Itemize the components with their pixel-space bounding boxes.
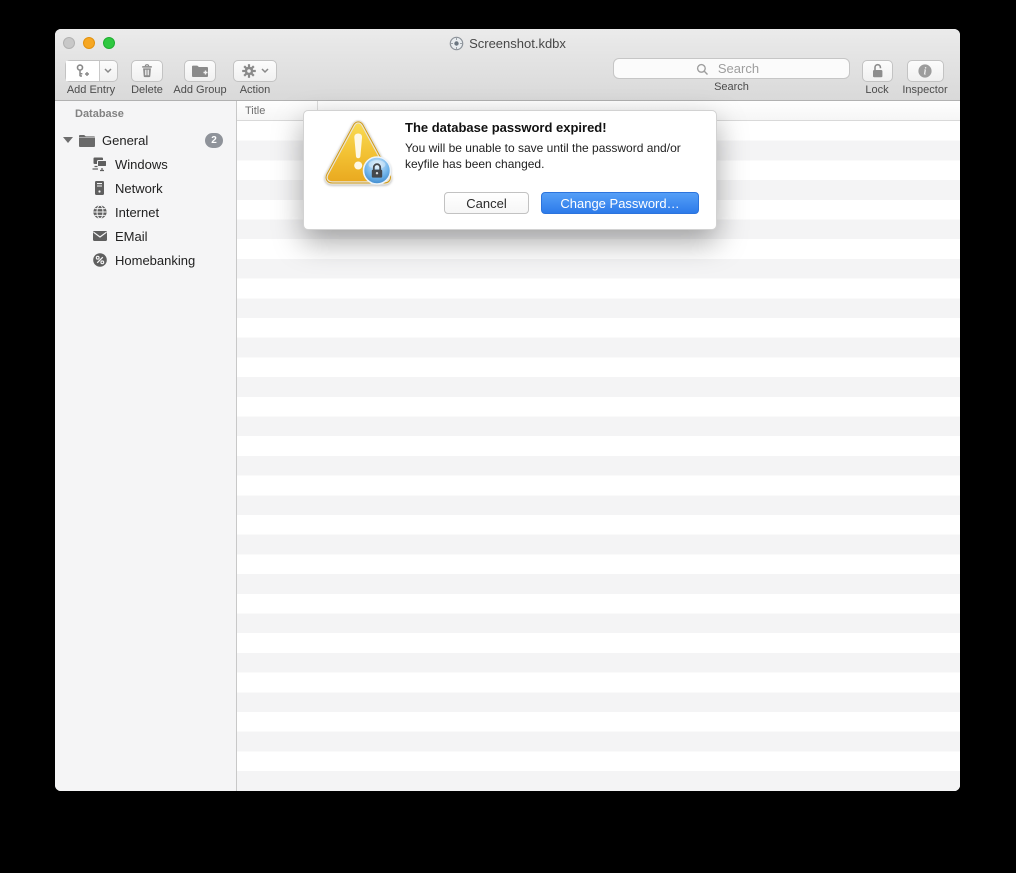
search-field[interactable] [613, 58, 850, 79]
window-title: Screenshot.kdbx [55, 34, 960, 52]
action-button[interactable] [233, 60, 277, 82]
lock-button[interactable] [861, 60, 893, 82]
action-label: Action [239, 84, 271, 96]
add-entry-button[interactable] [64, 60, 118, 82]
sidebar-item-general[interactable]: General 2 [55, 128, 236, 152]
sidebar-item-label: General [102, 132, 149, 148]
cancel-button[interactable]: Cancel [444, 192, 529, 214]
magnifier-icon [696, 63, 708, 75]
search-label: Search [714, 81, 749, 93]
sidebar-item-label: Network [115, 180, 163, 196]
sidebar-item-homebanking[interactable]: Homebanking [55, 248, 236, 272]
trash-icon [142, 64, 152, 78]
svg-text:i: i [924, 67, 927, 78]
column-header-title[interactable]: Title [237, 105, 265, 117]
warning-triangle-lock-icon [324, 120, 393, 185]
sidebar-item-label: Homebanking [115, 252, 196, 268]
delete-button[interactable] [131, 60, 163, 82]
key-plus-icon[interactable] [65, 61, 99, 81]
sidebar: Database General 2 Windows Network Inter… [55, 101, 237, 791]
disclosure-triangle-icon[interactable] [63, 137, 73, 143]
envelope-icon [91, 228, 108, 245]
chevron-down-icon [104, 68, 112, 74]
gear-icon [242, 64, 256, 78]
globe-icon [91, 204, 108, 221]
inspector-button[interactable]: i [906, 60, 944, 82]
dialog-title: The database password expired! [405, 120, 607, 135]
titlebar: Screenshot.kdbx Add Entry Delete Add Gro… [55, 29, 960, 101]
add-entry-dropdown[interactable] [98, 61, 117, 81]
sidebar-item-network[interactable]: Network [55, 176, 236, 200]
add-group-button[interactable] [184, 60, 216, 82]
sidebar-item-label: Windows [115, 156, 168, 172]
group-tree: General 2 Windows Network Internet EMail… [55, 128, 236, 272]
dialog-message: You will be unable to save until the pas… [405, 141, 681, 171]
info-icon: i [918, 64, 932, 78]
sidebar-item-label: Internet [115, 204, 160, 220]
screen: Screenshot.kdbx Add Entry Delete Add Gro… [0, 0, 1016, 873]
sidebar-item-windows[interactable]: Windows [55, 152, 236, 176]
sidebar-item-internet[interactable]: Internet [55, 200, 236, 224]
search-input[interactable] [614, 59, 849, 78]
sidebar-section-header: Database [75, 108, 124, 120]
delete-label: Delete [131, 84, 163, 96]
add-group-label: Add Group [173, 84, 227, 96]
sidebar-item-email[interactable]: EMail [55, 224, 236, 248]
inspector-label: Inspector [902, 84, 948, 96]
percent-icon [91, 252, 108, 269]
app-window: Screenshot.kdbx Add Entry Delete Add Gro… [55, 29, 960, 791]
windows-network-icon [91, 156, 108, 173]
open-padlock-icon [872, 63, 882, 78]
server-icon [91, 180, 108, 197]
chevron-down-icon [261, 68, 269, 74]
sidebar-item-label: EMail [115, 228, 148, 244]
add-entry-label: Add Entry [66, 84, 116, 96]
window-title-text: Screenshot.kdbx [469, 35, 566, 51]
password-expired-dialog: The database password expired! You will … [303, 110, 717, 230]
lock-label: Lock [865, 84, 889, 96]
folder-icon [78, 132, 95, 149]
change-password-button[interactable]: Change Password… [541, 192, 699, 214]
entry-count-badge: 2 [205, 132, 223, 148]
document-icon [449, 36, 464, 50]
folder-plus-icon [192, 65, 208, 77]
